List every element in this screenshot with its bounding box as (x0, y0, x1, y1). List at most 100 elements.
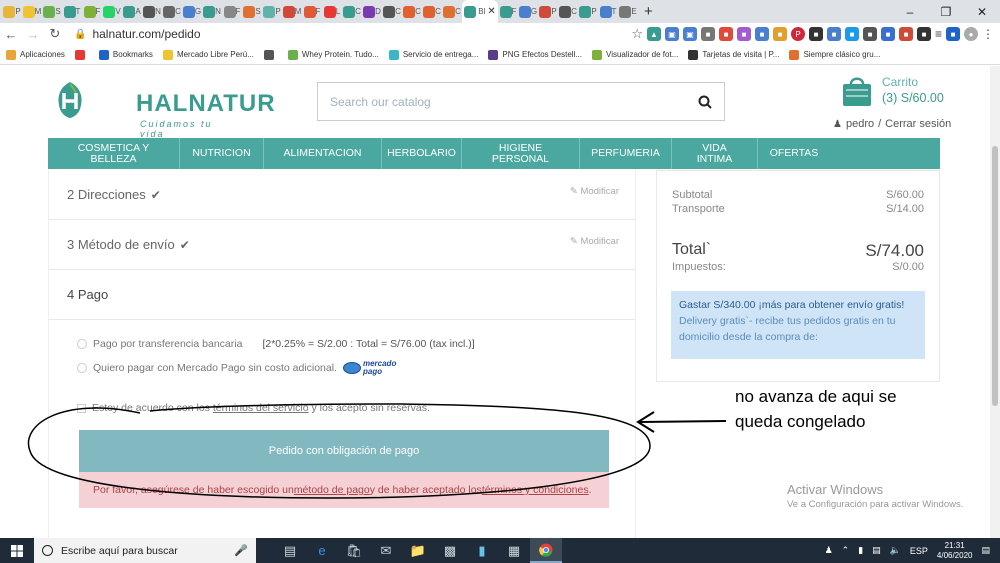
bookmark-item[interactable]: Servicio de entrega... (388, 49, 478, 60)
bookmark-item[interactable]: Bookmarks (98, 49, 153, 60)
extension-icon[interactable]: ■ (898, 27, 913, 41)
minimize-icon[interactable]: – (892, 0, 928, 23)
tab-label: N (155, 7, 161, 16)
browser-tab[interactable]: C (558, 0, 578, 23)
browser-tab[interactable]: F (222, 0, 242, 23)
task-view-icon[interactable]: ▤ (274, 538, 306, 563)
volume-icon[interactable]: 🔈 (890, 545, 901, 556)
browser-tab[interactable]: F (498, 0, 518, 23)
app-icon[interactable]: ▩ (434, 538, 466, 563)
reading-list-icon[interactable]: ≡ (935, 27, 942, 41)
browser-tab[interactable]: N (142, 0, 162, 23)
chrome-icon[interactable] (530, 538, 562, 563)
tab-label: T (75, 7, 81, 16)
extension-icon[interactable]: ■ (826, 27, 841, 41)
bookmark-item[interactable]: Visualizador de fot... (592, 49, 678, 60)
browser-tab[interactable]: P (578, 0, 598, 23)
bookmark-item[interactable] (263, 49, 278, 60)
browser-tab[interactable]: M (22, 0, 42, 23)
bookmark-item[interactable]: Tarjetas de visita | P... (688, 49, 779, 60)
browser-tab[interactable]: N (202, 0, 222, 23)
extension-icon[interactable]: ■ (916, 27, 931, 41)
extension-icon[interactable]: ▲ (646, 27, 661, 41)
taskbar-search-input[interactable]: Escribe aquí para buscar (61, 545, 226, 557)
taskbar-search[interactable]: Escribe aquí para buscar 🎤 (34, 538, 256, 563)
extension-icon[interactable]: ■ (754, 27, 769, 41)
network-icon[interactable]: ▤ (872, 545, 881, 556)
browser-tab[interactable]: T (62, 0, 82, 23)
close-tab-icon[interactable]: ✕ (487, 6, 495, 17)
browser-tab[interactable]: D (362, 0, 382, 23)
forward-icon[interactable]: → (22, 27, 44, 42)
app-icon[interactable]: ▮ (466, 538, 498, 563)
chevron-up-icon[interactable]: ⌃ (842, 545, 850, 556)
browser-tab[interactable]: C (162, 0, 182, 23)
pinterest-icon[interactable]: P (790, 27, 805, 41)
back-icon[interactable]: ← (0, 27, 22, 42)
browser-tab[interactable]: F (302, 0, 322, 23)
bookmark-icon (263, 49, 274, 60)
microphone-icon[interactable]: 🎤 (234, 544, 248, 557)
browser-tab[interactable]: T (598, 0, 618, 23)
star-icon[interactable]: ☆ (631, 26, 643, 42)
extension-icon[interactable]: ■ (808, 27, 823, 41)
reload-icon[interactable]: ↻ (44, 26, 66, 42)
menu-dots-icon[interactable]: ⋮ (982, 27, 994, 41)
bookmark-item[interactable]: Aplicaciones (6, 49, 65, 60)
store-icon[interactable]: 🛍 (338, 538, 370, 563)
browser-tab[interactable]: G (518, 0, 538, 23)
file-explorer-icon[interactable]: 📁 (402, 538, 434, 563)
mail-icon[interactable]: ✉ (370, 538, 402, 563)
lock-icon[interactable]: 🔒 (74, 29, 86, 40)
browser-tab[interactable]: P (538, 0, 558, 23)
browser-tab[interactable]: P (262, 0, 282, 23)
extension-icon[interactable]: ■ (736, 27, 751, 41)
page-scrollbar[interactable] (990, 66, 1000, 538)
extension-icon[interactable]: ■ (772, 27, 787, 41)
tab-favicon-icon (403, 5, 416, 18)
bookmark-item[interactable]: Whey Protein. Tudo... (287, 49, 379, 60)
browser-tab[interactable]: C (442, 0, 462, 23)
notifications-icon[interactable]: ▤ (981, 545, 990, 556)
bookmark-item[interactable]: Siempre clásico gru... (789, 49, 880, 60)
bookmark-item[interactable]: Mercado Libre Perú... (162, 49, 254, 60)
browser-tab[interactable]: C (382, 0, 402, 23)
browser-tab[interactable]: V (102, 0, 122, 23)
browser-tab[interactable]: C (342, 0, 362, 23)
browser-tab[interactable]: E (618, 0, 638, 23)
browser-tab[interactable]: Bl ✕ (462, 0, 498, 23)
browser-tab[interactable]: A (122, 0, 142, 23)
browser-tab[interactable]: S (242, 0, 262, 23)
extension-icon[interactable]: ■ (718, 27, 733, 41)
extension-icon[interactable]: ▣ (682, 27, 697, 41)
clock[interactable]: 21:31 4/06/2020 (937, 541, 973, 561)
calculator-icon[interactable]: ▦ (498, 538, 530, 563)
bookmark-item[interactable]: PNG Efectos Destell... (488, 49, 582, 60)
browser-tab[interactable]: S (42, 0, 62, 23)
extension-icon[interactable]: ■ (700, 27, 715, 41)
browser-tab[interactable]: F (82, 0, 102, 23)
browser-tab[interactable]: M (282, 0, 302, 23)
extension-icon[interactable]: ■ (880, 27, 895, 41)
url-field[interactable]: 🔒 halnatur.com/pedido (74, 27, 201, 41)
people-icon[interactable]: ♟ (825, 545, 833, 556)
edge-icon[interactable]: e (306, 538, 338, 563)
extension-icon[interactable]: ▣ (664, 27, 679, 41)
battery-icon[interactable]: ▮ (858, 545, 863, 556)
extension-icon[interactable]: ■ (844, 27, 859, 41)
browser-tab[interactable]: P (2, 0, 22, 23)
close-icon[interactable]: ✕ (964, 0, 1000, 23)
browser-tab[interactable]: C (402, 0, 422, 23)
language-indicator[interactable]: ESP (910, 546, 928, 556)
new-tab-button[interactable]: + (644, 3, 653, 20)
start-button[interactable] (0, 538, 34, 563)
profile-avatar[interactable]: ● (964, 27, 978, 41)
bookmark-item[interactable] (74, 49, 89, 60)
maximize-icon[interactable]: ❐ (928, 0, 964, 23)
browser-tab[interactable]: G (182, 0, 202, 23)
browser-tab[interactable]: C (422, 0, 442, 23)
extension-icon[interactable]: ■ (946, 27, 960, 41)
tab-favicon-icon (22, 5, 35, 18)
browser-tab[interactable]: L (322, 0, 342, 23)
extension-icon[interactable]: ■ (862, 27, 877, 41)
